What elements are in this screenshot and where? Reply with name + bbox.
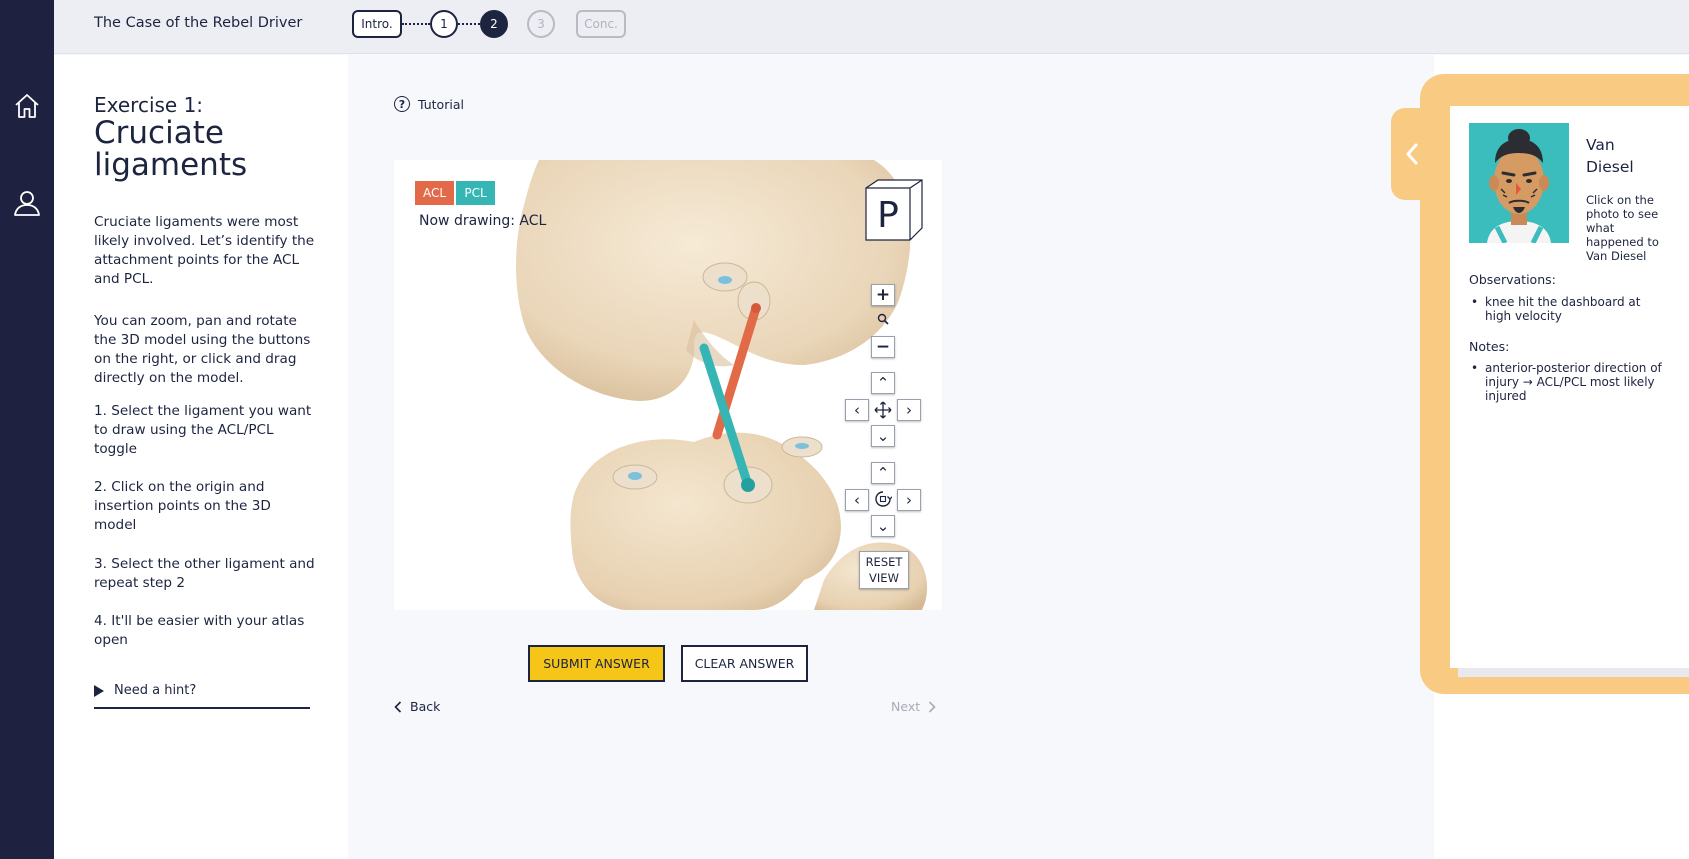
patient-photo[interactable] xyxy=(1469,123,1569,243)
step-1[interactable]: 1 xyxy=(430,10,458,38)
magnifier-icon xyxy=(873,309,893,329)
home-icon[interactable] xyxy=(9,88,45,124)
zoom-in-button[interactable]: + xyxy=(871,284,895,306)
rotate-up-button[interactable]: ⌃ xyxy=(871,462,895,484)
move-icon xyxy=(873,400,893,420)
patient-name: Van Diesel xyxy=(1586,136,1634,176)
hint-toggle[interactable]: Need a hint? xyxy=(94,683,310,709)
exercise-label: Exercise 1: xyxy=(94,93,204,117)
pan-up-button[interactable]: ⌃ xyxy=(871,372,895,394)
zoom-out-button[interactable]: − xyxy=(871,336,895,358)
step-connector xyxy=(458,23,480,25)
acl-toggle[interactable]: ACL xyxy=(415,181,454,205)
case-title: The Case of the Rebel Driver xyxy=(94,15,303,31)
note-item: anterior-posterior direction of injury →… xyxy=(1469,361,1669,403)
next-label: Next xyxy=(891,699,921,714)
top-bar: The Case of the Rebel Driver Intro. 1 2 … xyxy=(54,0,1689,54)
rotate-right-button[interactable]: › xyxy=(897,489,921,511)
left-nav-rail xyxy=(0,0,54,859)
tibia[interactable] xyxy=(570,432,841,610)
rotate-left-button[interactable]: ‹ xyxy=(845,489,869,511)
submit-answer-button[interactable]: SUBMIT ANSWER xyxy=(528,645,665,682)
observations-heading: Observations: xyxy=(1469,272,1556,287)
step-connector xyxy=(402,23,430,25)
collapse-folder-tab[interactable] xyxy=(1391,108,1433,200)
acl-endpoint xyxy=(751,303,761,313)
instruction-step-1: 1. Select the ligament you want to draw … xyxy=(94,403,312,457)
step-2-current[interactable]: 2 xyxy=(480,10,508,38)
instruction-paragraph: Cruciate ligaments were most likely invo… xyxy=(94,214,315,287)
chevron-right-icon xyxy=(929,700,936,713)
tutorial-link[interactable]: ? Tutorial xyxy=(394,96,464,112)
tutorial-label: Tutorial xyxy=(418,96,464,112)
back-button[interactable]: Back xyxy=(394,699,440,714)
back-label: Back xyxy=(410,699,441,714)
photo-click-hint: Click on the photo to see what happened … xyxy=(1586,193,1659,263)
notes-list: anterior-posterior direction of injury →… xyxy=(1469,361,1669,403)
rotate-down-button[interactable]: ⌄ xyxy=(871,515,895,537)
next-button: Next xyxy=(891,699,936,714)
observation-item: knee hit the dashboard at high velocity xyxy=(1469,295,1669,323)
pcl-endpoint xyxy=(741,478,755,492)
exercise-title: Cruciate ligaments xyxy=(94,115,248,183)
reset-label-line1: RESET xyxy=(865,555,903,569)
rotate-icon xyxy=(873,489,893,509)
user-icon[interactable] xyxy=(9,185,45,221)
pan-left-button[interactable]: ‹ xyxy=(845,399,869,421)
attachment-site[interactable] xyxy=(781,436,823,458)
observations-list: knee hit the dashboard at high velocity xyxy=(1469,295,1669,323)
instructions-panel: Exercise 1: Cruciate ligaments Cruciate … xyxy=(54,55,348,859)
hint-label: Need a hint? xyxy=(114,683,197,698)
reset-view-button[interactable]: RESET VIEW xyxy=(859,551,909,589)
pan-down-button[interactable]: ⌄ xyxy=(871,425,895,447)
step-intro[interactable]: Intro. xyxy=(352,10,402,38)
step-conclusion: Conc. xyxy=(576,10,626,38)
help-circle-icon: ? xyxy=(394,96,410,112)
instruction-step-4: 4. It'll be easier with your atlas open xyxy=(94,613,305,648)
instruction-paragraph: You can zoom, pan and rotate the 3D mode… xyxy=(94,313,311,386)
step-3: 3 xyxy=(527,10,555,38)
chevron-left-icon xyxy=(1406,143,1418,165)
orientation-cube[interactable]: P xyxy=(864,178,924,242)
caret-right-icon xyxy=(94,685,104,697)
knee-3d-viewer[interactable]: ACL PCL Now drawing: ACL P + − ⌃ ‹ › ⌄ ⌃… xyxy=(394,160,942,610)
chevron-left-icon xyxy=(394,700,402,713)
attachment-site[interactable] xyxy=(702,262,748,292)
instruction-step-3: 3. Select the other ligament and repeat … xyxy=(94,556,315,591)
cube-face-label: P xyxy=(877,195,899,236)
notes-heading: Notes: xyxy=(1469,339,1510,354)
attachment-site[interactable] xyxy=(612,464,658,490)
reset-label-line2: VIEW xyxy=(869,571,899,585)
clear-answer-button[interactable]: CLEAR ANSWER xyxy=(681,645,808,682)
pcl-toggle[interactable]: PCL xyxy=(456,181,495,205)
pan-right-button[interactable]: › xyxy=(897,399,921,421)
instruction-step-2: 2. Click on the origin and insertion poi… xyxy=(94,479,271,533)
patient-portrait-illustration xyxy=(1469,123,1569,243)
now-drawing-label: Now drawing: ACL xyxy=(419,213,547,229)
patient-card: Van Diesel Click on the photo to see wha… xyxy=(1450,106,1689,668)
